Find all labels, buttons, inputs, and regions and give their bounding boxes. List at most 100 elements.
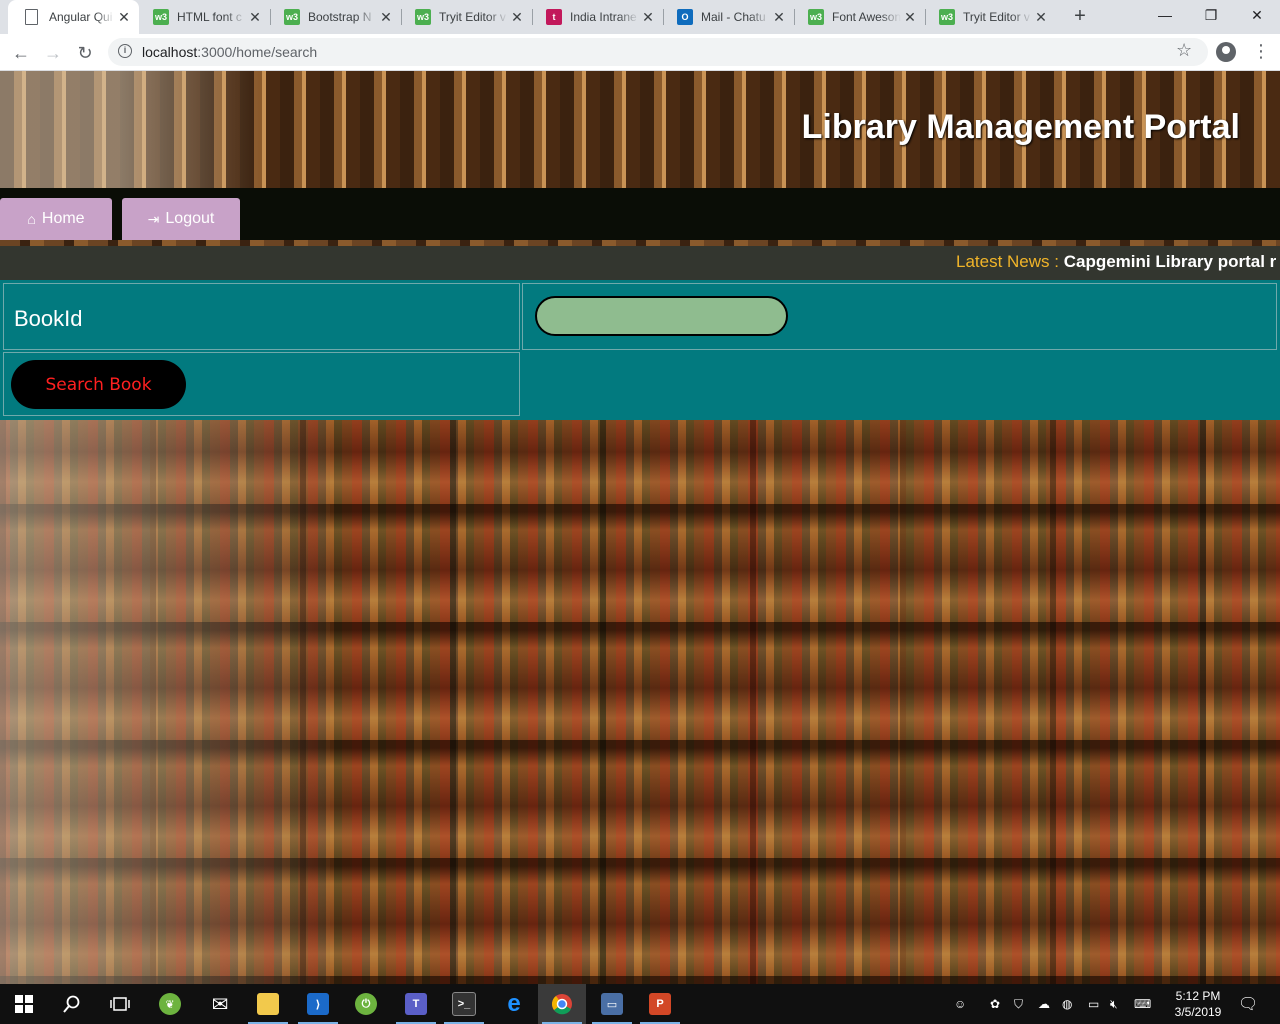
edge-icon: e bbox=[507, 990, 521, 1017]
search-button[interactable] bbox=[48, 984, 96, 1024]
document-icon bbox=[25, 9, 38, 25]
powerpoint-app[interactable]: P bbox=[636, 984, 684, 1024]
home-button[interactable]: ⌂ Home bbox=[0, 198, 112, 240]
spring-icon: ⏻ bbox=[355, 993, 377, 1015]
news-text: Capgemini Library portal r bbox=[1063, 252, 1277, 271]
close-tab-icon[interactable]: ✕ bbox=[508, 9, 526, 26]
bookid-input[interactable] bbox=[535, 296, 788, 336]
w3schools-icon: w3 bbox=[415, 9, 431, 25]
browser-menu-icon[interactable]: ⋮ bbox=[1252, 40, 1270, 62]
mail-app[interactable]: ✉ bbox=[196, 984, 244, 1024]
security-icon[interactable]: ⛉ bbox=[1014, 984, 1023, 1024]
back-button[interactable]: ← bbox=[8, 40, 34, 66]
close-window-button[interactable]: ✕ bbox=[1234, 0, 1280, 34]
teams-app[interactable]: T bbox=[392, 984, 440, 1024]
search-form-table: BookId Search Book bbox=[0, 280, 1280, 420]
browser-tab[interactable]: t India Intrane ✕ bbox=[532, 0, 663, 34]
cloud-icon[interactable]: ☁ bbox=[1038, 984, 1050, 1024]
spring-leaf-icon: ❦ bbox=[159, 993, 181, 1015]
bookid-label: BookId bbox=[14, 306, 83, 331]
terminal-icon: >_ bbox=[452, 992, 476, 1016]
remote-desktop-app[interactable]: ▭ bbox=[588, 984, 636, 1024]
tab-strip: Angular Qui ✕ w3 HTML font c ✕ w3 Bootst… bbox=[0, 0, 1280, 34]
close-tab-icon[interactable]: ✕ bbox=[901, 9, 919, 26]
account-icon[interactable] bbox=[1216, 42, 1236, 62]
tab-title: India Intrane bbox=[570, 10, 637, 24]
browser-tab[interactable]: w3 Tryit Editor v ✕ bbox=[925, 0, 1056, 34]
volume-icon[interactable]: 🔇︎ bbox=[1110, 984, 1118, 1024]
powerpoint-icon: P bbox=[649, 993, 671, 1015]
w3schools-icon: w3 bbox=[284, 9, 300, 25]
url-text: localhost:3000/home/search bbox=[142, 44, 318, 60]
search-icon bbox=[63, 995, 80, 1013]
keyboard-icon[interactable]: ⌨ bbox=[1134, 984, 1151, 1024]
tab-title: Tryit Editor v bbox=[439, 10, 506, 24]
close-tab-icon[interactable]: ✕ bbox=[770, 9, 788, 26]
clock[interactable]: 5:12 PM 3/5/2019 bbox=[1166, 988, 1230, 1020]
address-bar[interactable]: i localhost:3000/home/search bbox=[108, 38, 1208, 66]
w3schools-icon: w3 bbox=[808, 9, 824, 25]
task-view-button[interactable] bbox=[96, 984, 144, 1024]
tab-title: Font Aweson bbox=[832, 10, 901, 24]
network-icon[interactable]: ▭ bbox=[1088, 984, 1099, 1024]
forward-button[interactable]: → bbox=[40, 40, 66, 66]
close-tab-icon[interactable]: ✕ bbox=[377, 9, 395, 26]
people-icon[interactable]: ☺ bbox=[954, 984, 966, 1024]
home-icon: ⌂ bbox=[27, 211, 36, 227]
taskbar: ❦ ✉ ⟩ ⏻ T >_ e ▭ P ☺ ✿ ⛉ ☁ ◍ ▭ 🔇︎ ⌨ 5:12… bbox=[0, 984, 1280, 1024]
windows-icon bbox=[15, 995, 33, 1013]
vscode-app[interactable]: ⟩ bbox=[294, 984, 342, 1024]
navbar: ⌂ Home ⇥ Logout bbox=[0, 188, 1280, 240]
w3schools-icon: w3 bbox=[153, 9, 169, 25]
edge-app[interactable]: e bbox=[490, 984, 538, 1024]
vscode-icon: ⟩ bbox=[307, 993, 329, 1015]
spring-tool-app[interactable]: ❦ bbox=[146, 984, 194, 1024]
clock-time: 5:12 PM bbox=[1175, 989, 1221, 1003]
t-icon: t bbox=[546, 9, 562, 25]
page-title: Library Management Portal bbox=[801, 108, 1240, 146]
minimize-button[interactable]: — bbox=[1142, 0, 1188, 34]
terminal-app[interactable]: >_ bbox=[440, 984, 488, 1024]
browser-tab[interactable]: w3 Tryit Editor v ✕ bbox=[401, 0, 532, 34]
folder-icon bbox=[257, 993, 279, 1015]
news-ticker: Latest News : Capgemini Library portal r bbox=[0, 246, 1280, 280]
restore-button[interactable]: ❐ bbox=[1188, 0, 1234, 34]
info-icon[interactable]: i bbox=[118, 44, 132, 58]
close-tab-icon[interactable]: ✕ bbox=[639, 9, 657, 26]
logout-button[interactable]: ⇥ Logout bbox=[122, 198, 240, 240]
close-tab-icon[interactable]: ✕ bbox=[1032, 9, 1050, 26]
chrome-app[interactable] bbox=[538, 984, 586, 1024]
news-label: Latest News : bbox=[956, 252, 1064, 271]
browser-tab[interactable]: w3 HTML font c ✕ bbox=[139, 0, 270, 34]
notifications-icon[interactable]: 🗨︎ bbox=[1238, 984, 1258, 1024]
tab-title: Mail - Chatu bbox=[701, 10, 766, 24]
monitor-icon: ▭ bbox=[601, 993, 623, 1015]
close-tab-icon[interactable]: ✕ bbox=[246, 9, 264, 26]
chrome-icon bbox=[552, 994, 572, 1015]
browser-tab[interactable]: O Mail - Chatu ✕ bbox=[663, 0, 794, 34]
bookmark-star-icon[interactable]: ☆ bbox=[1176, 40, 1192, 61]
home-label: Home bbox=[41, 210, 85, 227]
page-background: Library Management Portal ⌂ Home ⇥ Logou… bbox=[0, 71, 1280, 984]
logout-label: Logout bbox=[165, 210, 215, 227]
bookid-label-cell: BookId bbox=[3, 283, 520, 350]
spring-app[interactable]: ⏻ bbox=[342, 984, 390, 1024]
close-tab-icon[interactable]: ✕ bbox=[115, 9, 133, 26]
tab-title: HTML font c bbox=[177, 10, 242, 24]
globe-icon[interactable]: ◍ bbox=[1062, 984, 1072, 1024]
browser-tab[interactable]: w3 Font Aweson ✕ bbox=[794, 0, 925, 34]
tab-title: Bootstrap N bbox=[308, 10, 372, 24]
browser-toolbar: ← → ↻ i localhost:3000/home/search bbox=[0, 34, 1280, 71]
tray-apps-icon[interactable]: ✿ bbox=[990, 984, 1000, 1024]
new-tab-button[interactable]: + bbox=[1068, 4, 1092, 28]
browser-tab[interactable]: Angular Qui ✕ bbox=[8, 0, 139, 34]
search-book-button[interactable]: Search Book bbox=[11, 360, 186, 409]
start-button[interactable] bbox=[0, 984, 48, 1024]
tab-title: Tryit Editor v bbox=[963, 10, 1030, 24]
tab-title: Angular Qui bbox=[49, 10, 113, 24]
reload-button[interactable]: ↻ bbox=[72, 40, 98, 66]
task-view-icon bbox=[110, 997, 130, 1011]
teams-icon: T bbox=[405, 993, 427, 1015]
browser-tab[interactable]: w3 Bootstrap N ✕ bbox=[270, 0, 401, 34]
file-explorer-app[interactable] bbox=[244, 984, 292, 1024]
